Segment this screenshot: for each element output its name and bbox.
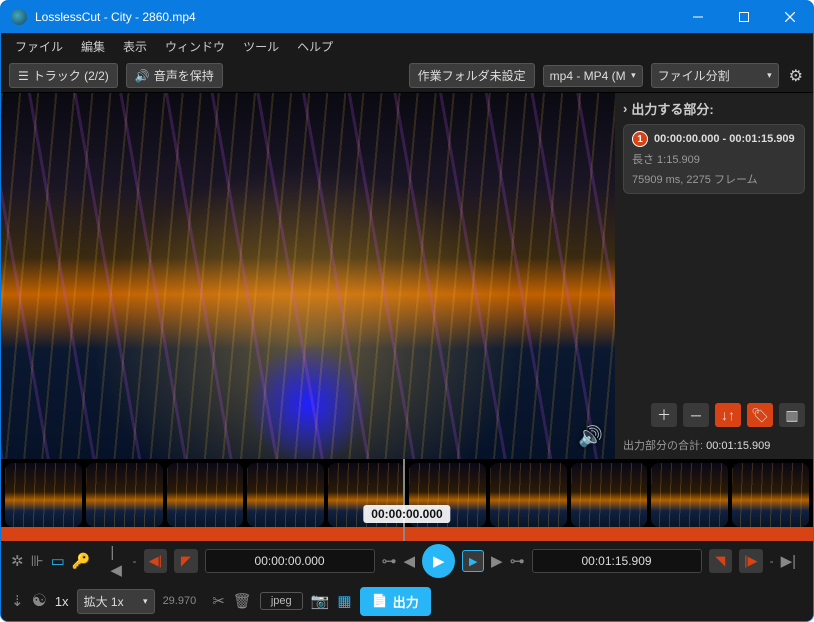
export-button[interactable]: 📄 出力 [360,587,431,616]
titlebar[interactable]: LosslessCut - City - 2860.mp4 [1,1,813,33]
thumbnail[interactable] [167,463,244,527]
working-dir-label: 作業フォルダ未設定 [418,67,526,84]
volume-icon[interactable]: 🔊 [578,424,603,449]
set-start-button[interactable]: ◤ [174,549,198,573]
trash-icon[interactable]: 🗑 [233,592,252,610]
view-toggle-button[interactable]: ▥ [779,403,805,427]
playback-speed[interactable]: 1x [55,594,69,609]
menu-tools[interactable]: ツール [235,35,287,58]
play-next-button[interactable]: ▶ [462,550,484,572]
batch-icon[interactable]: ▦ [337,592,351,610]
segment-item[interactable]: 1 00:00:00.000 - 00:01:15.909 長さ 1:15.909… [623,124,805,194]
keep-audio-button[interactable]: 🔊 音声を保持 [126,63,223,88]
cut-icon[interactable]: ✂ [212,592,225,610]
prev-keyframe-button[interactable]: ◀| [144,549,168,573]
working-dir-button[interactable]: 作業フォルダ未設定 [409,63,535,88]
file-split-label: ファイル分割 [658,67,730,84]
start-timecode[interactable] [214,554,366,568]
keyframes-icon[interactable]: 🔑 [72,552,91,570]
set-end-button[interactable]: ◥ [709,549,733,573]
yin-yang-icon[interactable]: ☯ [32,591,47,611]
thumbnail[interactable] [490,463,567,527]
format-value: mp4 - MP4 (M [550,69,626,83]
tag-segments-button[interactable]: 🏷 [747,403,773,427]
thumbnail[interactable] [651,463,728,527]
zoom-label: 拡大 1x [84,593,124,610]
bottom-bar: ⇣ ☯ 1x 拡大 1x ▾ 29.970 ✂ 🗑 jpeg 📷 ▦ 📄 出力 [1,581,813,621]
menu-help[interactable]: ヘルプ [289,35,341,58]
timeline-segment-bar[interactable]: 00:00:00.000 [1,527,813,541]
chevron-right-icon[interactable]: › [623,101,627,116]
tracks-label: トラック (2/2) [33,67,109,84]
start-timecode-input[interactable] [205,549,375,573]
thumbnail[interactable] [571,463,648,527]
fps-display: 29.970 [163,595,197,607]
step-back-button[interactable]: ◀ [404,552,416,570]
total-label: 出力部分の合計: [623,440,703,452]
chevron-down-icon: ▾ [143,596,148,607]
loop-icon[interactable]: ⇣ [11,592,24,610]
key-icon[interactable]: ⊶ [382,552,397,570]
add-segment-button[interactable]: ＋ [651,403,677,427]
minimize-button[interactable] [675,1,721,33]
menu-window[interactable]: ウィンドウ [157,35,233,58]
settings-button[interactable]: ⚙ [787,64,805,88]
video-preview[interactable]: 🔊 [1,93,615,459]
segments-header: 出力する部分: [631,99,713,118]
thumbnail[interactable] [247,463,324,527]
app-icon [11,9,27,25]
thumbnail[interactable] [86,463,163,527]
dash: - [133,554,137,568]
tracks-button[interactable]: ☰ トラック (2/2) [9,63,118,88]
segment-info: 75909 ms, 2275 フレーム [632,171,796,187]
dash: - [770,554,774,568]
menu-edit[interactable]: 編集 [73,35,113,58]
window-title: LosslessCut - City - 2860.mp4 [35,10,196,24]
menu-file[interactable]: ファイル [7,35,71,58]
close-button[interactable] [767,1,813,33]
chevron-down-icon: ▾ [767,70,772,81]
sort-segments-button[interactable]: ↓↑ [715,403,741,427]
maximize-button[interactable] [721,1,767,33]
camera-icon[interactable]: 📷 [311,592,330,610]
total-value: 00:01:15.909 [706,440,770,452]
jump-end-button[interactable]: ▶| [781,552,796,570]
hamburger-icon: ☰ [18,69,29,83]
capture-format[interactable]: jpeg [260,592,303,610]
thumbnail[interactable] [732,463,809,527]
keep-audio-label: 音声を保持 [154,67,214,84]
chevron-down-icon: ▾ [631,70,636,81]
playhead[interactable] [403,459,405,541]
segment-number: 1 [632,131,648,147]
thumbnails-icon[interactable]: ▭ [51,552,65,570]
settings-icon[interactable]: ✲ [11,552,24,570]
playhead-timecode: 00:00:00.000 [363,505,450,523]
key-icon[interactable]: ⊶ [510,552,525,570]
segment-length: 長さ 1:15.909 [632,151,796,167]
segment-range: 00:00:00.000 - 00:01:15.909 [654,133,795,145]
menubar: ファイル 編集 表示 ウィンドウ ツール ヘルプ [1,33,813,59]
transport-controls: ✲ ⊪ ▭ 🔑 |◀ - ◀| ◤ ⊶ ◀ ▶ ▶ ▶ ⊶ ◥ |▶ - ▶| [1,541,813,581]
play-button[interactable]: ▶ [422,544,455,578]
export-label: 出力 [393,592,419,611]
jump-start-button[interactable]: |◀ [110,544,125,579]
end-timecode-input[interactable] [532,549,702,573]
remove-segment-button[interactable]: ─ [683,403,709,427]
menu-view[interactable]: 表示 [115,35,155,58]
format-select[interactable]: mp4 - MP4 (M ▾ [543,65,643,87]
next-keyframe-button[interactable]: |▶ [739,549,763,573]
zoom-select[interactable]: 拡大 1x ▾ [77,589,155,614]
export-icon: 📄 [372,593,388,609]
waveform-icon[interactable]: ⊪ [31,552,44,570]
thumbnail[interactable] [5,463,82,527]
end-timecode[interactable] [541,554,693,568]
file-split-select[interactable]: ファイル分割 ▾ [651,63,779,88]
step-forward-button[interactable]: ▶ [491,552,503,570]
segments-panel: › 出力する部分: 1 00:00:00.000 - 00:01:15.909 長さ… [615,93,813,459]
top-toolbar: ☰ トラック (2/2) 🔊 音声を保持 作業フォルダ未設定 mp4 - MP4 (… [1,59,813,93]
speaker-icon: 🔊 [135,69,150,83]
